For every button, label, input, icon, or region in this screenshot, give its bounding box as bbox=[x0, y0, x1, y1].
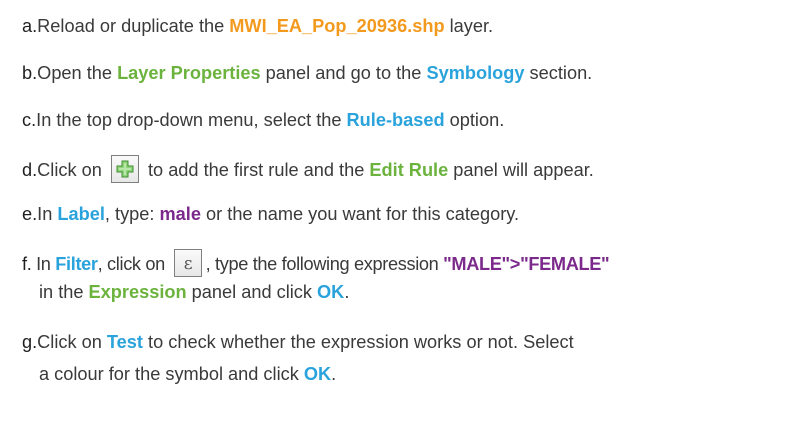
step-text: In bbox=[31, 253, 56, 274]
step-e: e.In Label, type: male or the name you w… bbox=[22, 204, 799, 224]
edit-rule-term: Edit Rule bbox=[369, 159, 449, 180]
step-text: Click on bbox=[37, 332, 107, 352]
step-text: Click on bbox=[37, 159, 107, 180]
instructions: a.Reload or duplicate the MWI_EA_Pop_209… bbox=[0, 0, 803, 446]
step-text: , type: bbox=[104, 204, 160, 224]
step-g: g.Click on Test to check whether the exp… bbox=[22, 332, 799, 352]
step-letter: f. bbox=[22, 253, 32, 274]
layer-properties-term: Layer Properties bbox=[117, 63, 261, 83]
step-a: a.Reload or duplicate the MWI_EA_Pop_209… bbox=[22, 16, 799, 36]
step-letter: c. bbox=[22, 110, 37, 130]
expression-panel-term: Expression bbox=[88, 282, 187, 302]
step-f: f. In Filter, click on ε , type the follo… bbox=[22, 249, 799, 279]
step-text: a colour for the symbol and click bbox=[39, 364, 304, 384]
step-text: Reload or duplicate the bbox=[37, 16, 230, 36]
test-term: Test bbox=[106, 332, 143, 352]
step-c: c.In the top drop-down menu, select the … bbox=[22, 110, 799, 130]
step-text: or the name you want for this category. bbox=[200, 204, 520, 224]
step-text: in the bbox=[39, 282, 89, 302]
symbology-term: Symbology bbox=[426, 63, 525, 83]
svg-text:ε: ε bbox=[183, 254, 192, 274]
step-text: . bbox=[344, 282, 350, 302]
step-g-continued: a colour for the symbol and click OK. bbox=[39, 364, 799, 384]
label-term: Label bbox=[57, 204, 105, 224]
add-rule-icon bbox=[116, 160, 134, 178]
step-letter: a. bbox=[22, 16, 38, 36]
step-text: In the top drop-down menu, select the bbox=[36, 110, 347, 130]
step-text: to add the first rule and the bbox=[142, 159, 370, 180]
step-letter: g. bbox=[22, 332, 38, 352]
ok-term: OK bbox=[317, 282, 345, 302]
step-b: b.Open the Layer Properties panel and go… bbox=[22, 63, 799, 83]
expression-button[interactable]: ε bbox=[173, 249, 202, 277]
step-text: panel and click bbox=[186, 282, 318, 302]
filter-term: Filter bbox=[55, 253, 98, 274]
step-letter: b. bbox=[22, 63, 38, 83]
step-text: , click on bbox=[97, 253, 170, 274]
ok-term: OK bbox=[303, 364, 332, 384]
step-text: option. bbox=[444, 110, 505, 130]
step-text: Open the bbox=[37, 63, 118, 83]
step-f-continued: in the Expression panel and click OK. bbox=[39, 282, 799, 302]
step-d: d.Click on to add the first rule and the… bbox=[22, 155, 799, 185]
expression-term: "MALE">"FEMALE" bbox=[443, 253, 610, 274]
step-letter: d. bbox=[22, 159, 38, 180]
male-term: male bbox=[159, 204, 201, 224]
step-text: panel will appear. bbox=[448, 159, 594, 180]
step-text: layer. bbox=[444, 16, 494, 36]
expression-icon: ε bbox=[183, 254, 192, 274]
step-text: panel and go to the bbox=[260, 63, 427, 83]
step-text: . bbox=[331, 364, 337, 384]
layer-name: MWI_EA_Pop_20936.shp bbox=[229, 16, 445, 36]
rule-based-term: Rule-based bbox=[346, 110, 445, 130]
step-text: In bbox=[37, 204, 58, 224]
step-letter: e. bbox=[22, 204, 38, 224]
step-text: to check whether the expression works or… bbox=[142, 332, 574, 352]
step-text: section. bbox=[524, 63, 593, 83]
add-rule-button[interactable] bbox=[110, 155, 139, 183]
step-text: , type the following expression bbox=[205, 253, 444, 274]
